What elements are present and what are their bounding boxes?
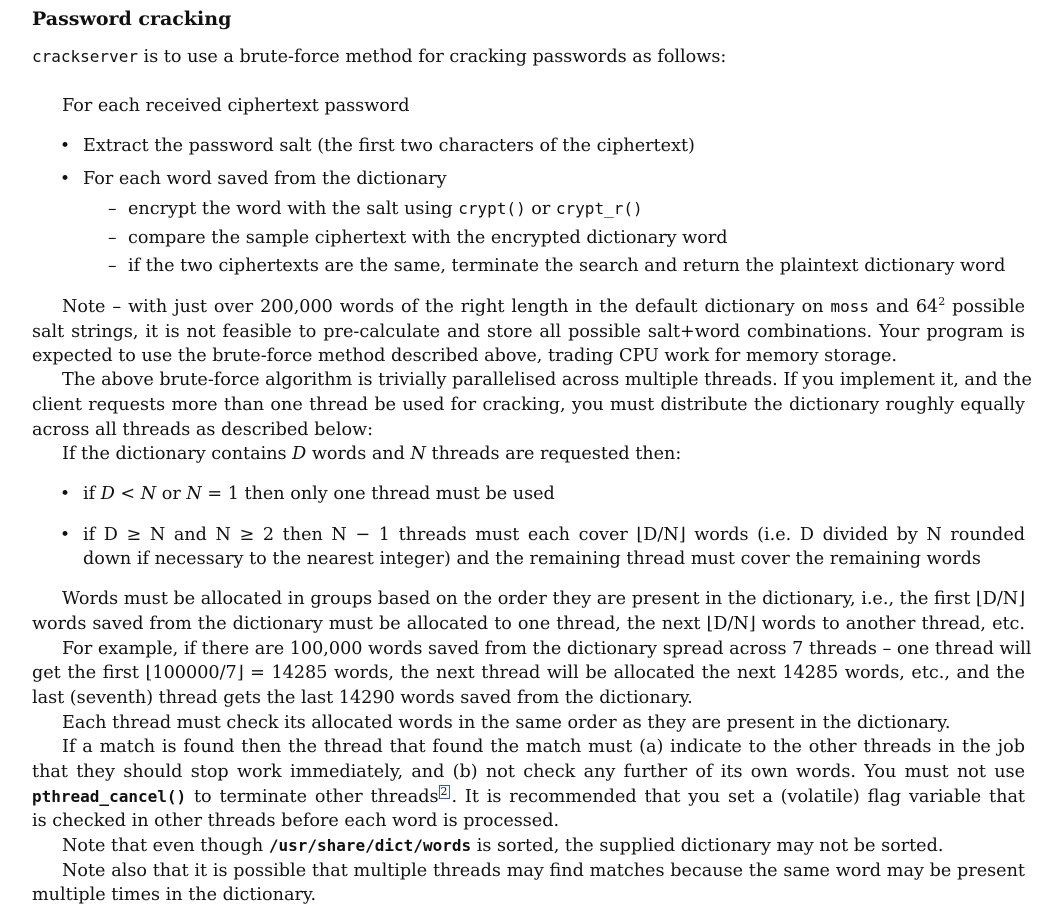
bullet-icon: • <box>60 136 71 156</box>
footnote-link[interactable]: 2 <box>438 785 450 800</box>
bullet-icon: • <box>60 525 71 545</box>
algorithm-bullet-1: Extract the password salt (the first two… <box>83 136 695 156</box>
para6-line-1: If a match is found then the thread that… <box>62 737 1025 757</box>
algorithm-bullet-2: For each word saved from the dictionary <box>83 169 447 189</box>
para4-line-3: last (seventh) thread gets the last 1429… <box>32 688 693 708</box>
code-pthread-cancel: pthread_cancel() <box>32 787 187 806</box>
para2-line-3: across all threads as described below: <box>32 420 374 440</box>
para8-line-2: multiple times in the dictionary. <box>32 885 317 905</box>
rule-2-line-2: down if necessary to the nearest integer… <box>83 549 981 569</box>
code-crypt-r: crypt_r() <box>555 199 643 218</box>
dash-icon: – <box>108 228 117 248</box>
dash-icon: – <box>108 199 117 219</box>
algorithm-lead: For each received ciphertext password <box>62 96 410 116</box>
note1-line-2: salt strings, it is not feasible to pre-… <box>32 322 1025 342</box>
bullet-icon: • <box>60 169 71 189</box>
code-crackserver: crackserver <box>32 47 138 66</box>
para6-line-3: pthread_cancel() to terminate other thre… <box>32 785 1026 807</box>
condition-line: If the dictionary contains D words and N… <box>62 444 682 464</box>
document-page: Password cracking crackserver is to use … <box>0 0 1040 916</box>
code-crypt: crypt() <box>458 199 526 218</box>
para4-line-2: get the first ⌊100000/7⌋ = 14285 words, … <box>32 663 1025 683</box>
para4-line-1: For example, if there are 100,000 words … <box>62 639 1032 659</box>
para3-line-1: Words must be allocated in groups based … <box>62 589 1026 609</box>
algorithm-dash-3: if the two ciphertexts are the same, ter… <box>128 256 1006 276</box>
intro-line: crackserver is to use a brute-force meth… <box>32 47 727 67</box>
note1-line-3: expected to use the brute-force method d… <box>32 346 898 366</box>
para7: Note that even though /usr/share/dict/wo… <box>62 836 944 856</box>
note1-line-1: Note – with just over 200,000 words of t… <box>62 295 1025 317</box>
algorithm-dash-1: encrypt the word with the salt using cry… <box>128 199 643 219</box>
code-moss: moss <box>830 297 869 316</box>
para2-line-2: client requests more than one thread be … <box>32 395 1025 415</box>
para3-line-2: words saved from the dictionary must be … <box>32 614 1025 634</box>
bullet-icon: • <box>60 484 71 504</box>
para6-line-4: is checked in other threads before each … <box>32 811 560 831</box>
algorithm-dash-2: compare the sample ciphertext with the e… <box>128 228 728 248</box>
para6-line-2: that they should stop work immediately, … <box>32 762 1025 782</box>
section-heading: Password cracking <box>32 8 232 30</box>
para2-line-1: The above brute-force algorithm is trivi… <box>62 370 1032 390</box>
para8-line-1: Note also that it is possible that multi… <box>62 861 1025 881</box>
para5: Each thread must check its allocated wor… <box>62 713 951 733</box>
rule-1: if D < N or N = 1 then only one thread m… <box>83 484 555 504</box>
dash-icon: – <box>108 256 117 276</box>
rule-2-line-1: if D ≥ N and N ≥ 2 then N − 1 threads mu… <box>83 525 1025 545</box>
code-dict-path: /usr/share/dict/words <box>268 836 472 855</box>
